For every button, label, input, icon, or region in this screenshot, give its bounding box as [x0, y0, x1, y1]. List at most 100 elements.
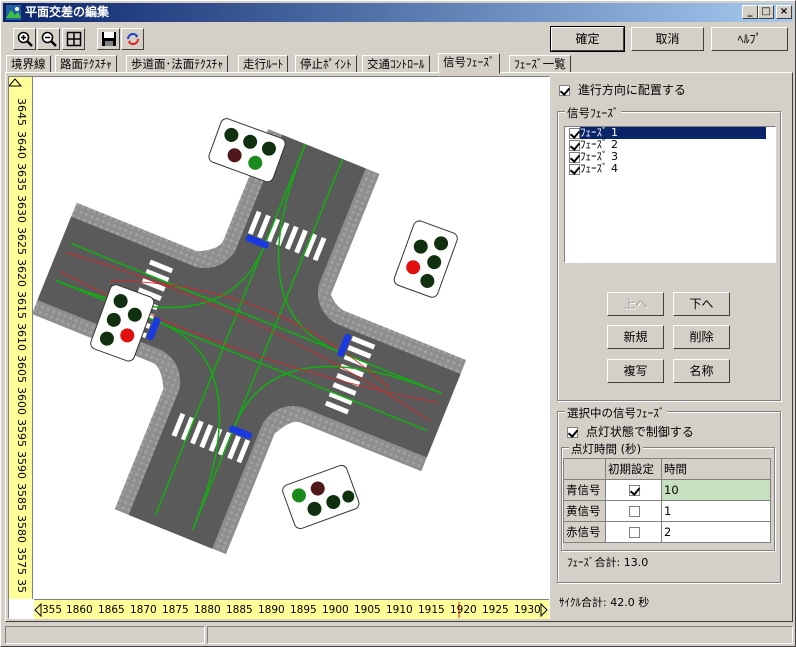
- hruler-tick: 1925: [482, 604, 509, 616]
- hruler-tick: 1890: [258, 604, 285, 616]
- tab-signal-phase[interactable]: 信号ﾌｪｰｽﾞ: [438, 53, 500, 74]
- app-icon: [6, 5, 21, 20]
- zoom-out-icon: [41, 31, 57, 47]
- vertical-ruler: 3645 3640 3635 3630 3625 3620 3615 3610 …: [9, 77, 33, 599]
- vruler-tick: 3635: [15, 163, 28, 191]
- hruler-tick: 355: [42, 604, 63, 616]
- checkbox-icon[interactable]: [569, 127, 580, 139]
- delete-phase-button[interactable]: 削除: [673, 325, 730, 349]
- col-header-initial: 初期設定: [605, 458, 662, 480]
- table-row[interactable]: 黄信号 1: [563, 500, 771, 522]
- vruler-tick: 3585: [15, 483, 28, 511]
- hruler-tick: 1930: [514, 604, 541, 616]
- timing-table: 初期設定 時間 青信号 10 黄信号 1 赤信号 2: [563, 458, 771, 543]
- signal-east: [393, 220, 458, 298]
- title-bar[interactable]: 平面交差の編集: [3, 3, 793, 22]
- table-row[interactable]: 青信号 10: [563, 479, 771, 501]
- move-down-button[interactable]: 下へ: [673, 292, 730, 316]
- time-cell[interactable]: 1: [661, 500, 771, 522]
- rename-phase-button[interactable]: 名称: [673, 359, 730, 383]
- fit-view-button[interactable]: [62, 28, 85, 50]
- help-button[interactable]: ﾍﾙﾌﾟ: [711, 27, 788, 51]
- tab-boundary[interactable]: 境界線: [6, 55, 51, 73]
- zoom-in-icon: [17, 31, 33, 47]
- vruler-tick: 3640: [15, 131, 28, 159]
- row-header: 青信号: [563, 479, 606, 501]
- hruler-tick: 1885: [226, 604, 253, 616]
- hruler-tick: 1895: [290, 604, 317, 616]
- hruler-tick: 1905: [354, 604, 381, 616]
- vruler-tick: 3610: [15, 323, 28, 351]
- tab-route[interactable]: 走行ﾙｰﾄ: [238, 55, 289, 73]
- align-direction-label: 進行方向に配置する: [577, 83, 686, 97]
- fit-icon: [66, 31, 81, 47]
- tab-sidewalk-texture[interactable]: 歩道面･法面ﾃｸｽﾁｬ: [126, 55, 228, 73]
- row-header: 赤信号: [563, 521, 606, 543]
- refresh-button[interactable]: [121, 28, 144, 50]
- tab-road-texture[interactable]: 路面ﾃｸｽﾁｬ: [55, 55, 117, 73]
- row-header: 黄信号: [563, 500, 606, 522]
- window-title: 平面交差の編集: [25, 5, 110, 19]
- hruler-tick: 1875: [162, 604, 189, 616]
- copy-phase-button[interactable]: 複写: [607, 359, 664, 383]
- light-control-label: 点灯状態で制御する: [585, 425, 694, 439]
- list-item[interactable]: ﾌｪｰｽﾞ 4: [565, 163, 775, 175]
- phase-list[interactable]: ﾌｪｰｽﾞ 1 ﾌｪｰｽﾞ 2 ﾌｪｰｽﾞ 3 ﾌｪｰｽﾞ 4: [564, 126, 776, 263]
- selected-phase-label: 選択中の信号ﾌｪｰｽﾞ: [565, 405, 667, 421]
- map-canvas[interactable]: [8, 76, 550, 619]
- time-cell[interactable]: 10: [661, 479, 771, 501]
- zoom-out-button[interactable]: [37, 28, 60, 50]
- light-control-checkbox[interactable]: 点灯状態で制御する: [567, 423, 694, 440]
- move-up-button[interactable]: 上へ: [607, 292, 664, 316]
- vruler-tick: 3645: [15, 98, 28, 126]
- hruler-tick: 1920: [450, 604, 477, 616]
- vruler-tick: 35: [15, 579, 28, 593]
- phase-group-label: 信号ﾌｪｰｽﾞ: [565, 105, 621, 121]
- checkbox-icon[interactable]: [569, 139, 580, 151]
- save-button[interactable]: [97, 28, 120, 50]
- save-icon: [101, 32, 116, 46]
- tab-traffic-control[interactable]: 交通ｺﾝﾄﾛｰﾙ: [362, 55, 430, 73]
- initial-cell[interactable]: [605, 479, 662, 501]
- close-button[interactable]: ×: [776, 5, 792, 19]
- vruler-tick: 3620: [15, 259, 28, 287]
- hruler-tick: 1865: [98, 604, 125, 616]
- checkbox-icon[interactable]: [629, 485, 640, 496]
- zoom-in-button[interactable]: [13, 28, 36, 50]
- time-cell[interactable]: 2: [661, 521, 771, 543]
- signal-south: [282, 464, 360, 530]
- tab-stop-point[interactable]: 停止ﾎﾟｲﾝﾄ: [295, 55, 357, 73]
- horizontal-ruler: 355 1860 1865 1870 1875 1880 1885 1890 1…: [34, 599, 549, 619]
- initial-cell[interactable]: [605, 521, 662, 543]
- hruler-tick: 1870: [130, 604, 157, 616]
- checkbox-icon[interactable]: [569, 163, 580, 175]
- hruler-tick: 1900: [322, 604, 349, 616]
- tab-phase-list[interactable]: ﾌｪｰｽﾞ一覧: [509, 55, 571, 73]
- cycle-total: ｻｲｸﾙ合計: 42.0 秒: [559, 596, 650, 609]
- checkbox-icon[interactable]: [569, 151, 580, 163]
- new-phase-button[interactable]: 新規: [607, 325, 664, 349]
- vruler-tick: 3605: [15, 355, 28, 383]
- checkbox-icon[interactable]: [559, 85, 570, 96]
- align-direction-checkbox[interactable]: 進行方向に配置する: [559, 81, 686, 98]
- cancel-button[interactable]: 取消: [631, 27, 704, 51]
- phase-total: ﾌｪｰｽﾞ合計: 13.0: [567, 556, 649, 569]
- vruler-tick: 3575: [15, 547, 28, 575]
- checkbox-icon[interactable]: [629, 527, 640, 538]
- checkbox-icon[interactable]: [567, 427, 578, 438]
- maximize-button[interactable]: □: [758, 5, 774, 19]
- main-window: 平面交差の編集 _ □ × 確定 取消 ﾍﾙﾌﾟ 境界線 路面ﾃｸｽﾁｬ 歩道面…: [0, 0, 796, 647]
- table-row[interactable]: 赤信号 2: [563, 521, 771, 543]
- ok-button[interactable]: 確定: [550, 26, 625, 52]
- vruler-tick: 3590: [15, 451, 28, 479]
- vruler-tick: 3580: [15, 515, 28, 543]
- hruler-tick: 1915: [418, 604, 445, 616]
- minimize-button[interactable]: _: [742, 5, 758, 19]
- initial-cell[interactable]: [605, 500, 662, 522]
- hruler-tick: 1860: [66, 604, 93, 616]
- vruler-tick: 3630: [15, 195, 28, 223]
- refresh-icon: [126, 33, 139, 45]
- timing-label: 点灯時間 (秒): [569, 441, 644, 457]
- checkbox-icon[interactable]: [629, 506, 640, 517]
- vruler-tick: 3595: [15, 419, 28, 447]
